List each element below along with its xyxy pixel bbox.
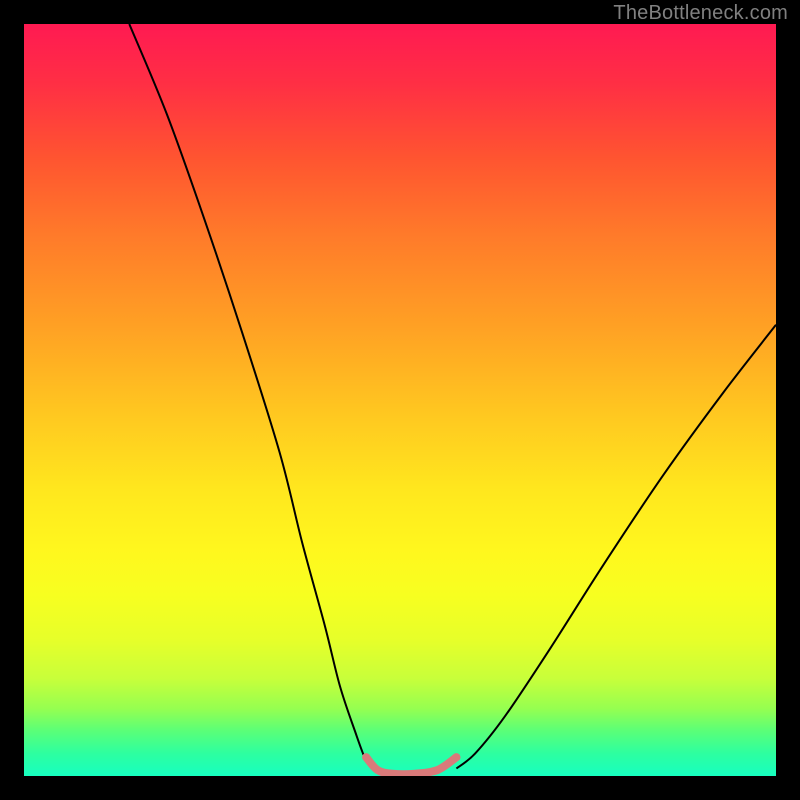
series-trough-segment xyxy=(366,757,456,774)
marker-0 xyxy=(362,753,370,761)
series-right-curve xyxy=(456,325,776,769)
plot-area xyxy=(24,24,776,776)
series-left-curve xyxy=(129,24,373,768)
chart-frame: TheBottleneck.com xyxy=(0,0,800,800)
marker-1 xyxy=(452,753,460,761)
chart-svg xyxy=(24,24,776,776)
watermark-text: TheBottleneck.com xyxy=(613,2,788,25)
